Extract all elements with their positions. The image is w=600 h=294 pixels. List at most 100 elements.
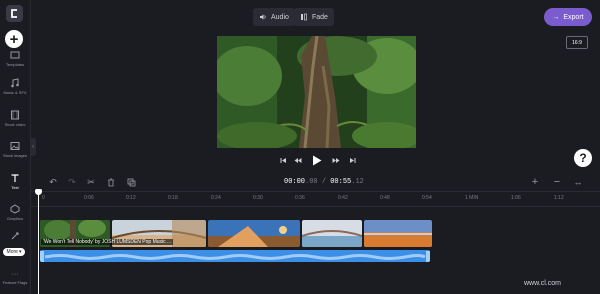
undo-button[interactable]: ↶ (46, 175, 60, 189)
watermark: www.cl.com (524, 280, 561, 287)
video-clip[interactable] (364, 220, 432, 247)
audio-track[interactable] (40, 250, 430, 262)
ruler-tick: 0:18 (168, 195, 178, 201)
sidebar: + Templates Music & SFX Stock video Stoc… (0, 0, 31, 294)
rewind-button[interactable] (292, 154, 304, 166)
playhead[interactable] (38, 189, 39, 294)
fade-button[interactable]: Fade (294, 8, 334, 26)
skip-back-icon (280, 157, 286, 163)
ruler-tick: 0:36 (295, 195, 305, 201)
ruler-tick: 1:12 (554, 195, 564, 201)
ruler-tick: 0 (42, 195, 45, 201)
sidebar-item-label: Templates (5, 62, 25, 67)
zoom-in-button[interactable]: + (528, 175, 542, 189)
sidebar-item-text[interactable]: Text (0, 173, 30, 190)
fade-icon (301, 13, 307, 21)
fit-icon: ↔ (573, 177, 583, 187)
speaker-icon (260, 14, 266, 20)
ellipsis-icon: ··· (11, 271, 19, 278)
timeline-ruler[interactable]: 0 0:06 0:12 0:18 0:24 0:30 0:36 0:42 0:4… (30, 191, 600, 207)
total-time: 00:55 (330, 178, 352, 186)
more-label: More (6, 249, 18, 255)
zoom-out-button[interactable]: − (550, 175, 564, 189)
play-button[interactable] (310, 154, 324, 166)
duplicate-button[interactable] (124, 175, 138, 189)
audio-button[interactable]: Audio (253, 8, 295, 26)
logo-icon (11, 9, 17, 18)
sidebar-item-feature-flags[interactable]: ··· Feature Flags (0, 271, 30, 285)
help-button[interactable]: ? (574, 149, 592, 167)
ruler-tick: 1 MIN (465, 195, 479, 201)
current-time: 00:00 (284, 178, 306, 186)
sidebar-item-label: Text (11, 185, 19, 190)
skip-forward-icon (349, 157, 355, 163)
ruler-tick: 0:30 (253, 195, 263, 201)
fit-timeline-button[interactable]: ↔ (571, 175, 585, 189)
plus-icon: + (531, 176, 539, 188)
fast-forward-button[interactable] (330, 154, 342, 166)
audio-clip-label: 'We Won't Tell Nobody' by JOSH LUMSDEN P… (41, 239, 174, 245)
aspect-ratio-label: 16:9 (572, 39, 582, 46)
aspect-ratio-button[interactable]: 16:9 (566, 36, 588, 49)
redo-button[interactable]: ↷ (65, 175, 79, 189)
skip-forward-button[interactable] (346, 154, 358, 166)
ruler-tick: 0:42 (338, 195, 348, 201)
play-icon (313, 155, 322, 165)
scissors-icon: ✂ (87, 176, 95, 187)
film-icon (11, 110, 19, 120)
rewind-icon (294, 157, 302, 163)
sidebar-item-transitions[interactable] (0, 231, 30, 241)
ruler-tick: 0:24 (211, 195, 221, 201)
clip-thumbnail (208, 220, 300, 247)
collapse-panel-handle[interactable]: ‹ (30, 138, 36, 156)
graphics-icon (10, 204, 20, 214)
sidebar-item-label: Music & SFX (3, 90, 27, 95)
ruler-tick: 0:48 (380, 195, 390, 201)
sidebar-item-label: Graphics (6, 216, 23, 221)
image-icon (10, 142, 20, 150)
sidebar-item-label: Stock video (4, 122, 26, 127)
sidebar-item-label: Stock images (2, 153, 27, 158)
ruler-tick: 0:06 (84, 195, 94, 201)
preview-forest-image (217, 36, 416, 148)
undo-icon: ↶ (49, 176, 57, 187)
sidebar-item-music[interactable]: Music & SFX (0, 78, 30, 95)
add-media-button[interactable]: + (5, 30, 23, 48)
arrow-right-icon: → (552, 13, 560, 21)
clip-thumbnail (364, 220, 432, 247)
skip-back-button[interactable] (277, 154, 289, 166)
help-label: ? (579, 151, 587, 165)
video-preview[interactable] (217, 36, 416, 148)
sidebar-item-templates[interactable]: Templates (0, 50, 30, 67)
delete-button[interactable] (104, 175, 118, 189)
sidebar-item-graphics[interactable]: Graphics (0, 204, 30, 221)
export-button[interactable]: → Export (544, 8, 592, 26)
trash-icon (108, 178, 114, 186)
audio-label: Audio (271, 13, 289, 21)
music-icon (11, 78, 19, 88)
audio-waveform (40, 251, 430, 262)
sidebar-item-stock-images[interactable]: Stock images (0, 141, 30, 158)
video-clip[interactable] (208, 220, 300, 247)
split-button[interactable]: ✂ (84, 175, 98, 189)
video-clip[interactable] (302, 220, 362, 247)
chevron-left-icon: ‹ (32, 144, 34, 150)
minus-icon: − (553, 176, 561, 188)
fast-forward-icon (332, 157, 340, 163)
app-logo[interactable] (6, 5, 23, 22)
text-icon (11, 174, 19, 182)
current-frames: 00 (309, 178, 318, 186)
export-label: Export (563, 13, 584, 21)
sidebar-item-stock-video[interactable]: Stock video (0, 110, 30, 127)
timecode-display: 00:00.00 / 00:55.12 (284, 178, 364, 186)
fade-label: Fade (312, 13, 328, 21)
clip-thumbnail (302, 220, 362, 247)
ruler-tick: 1:06 (511, 195, 521, 201)
redo-icon: ↷ (68, 176, 76, 187)
ruler-tick: 0:54 (422, 195, 432, 201)
templates-icon (10, 51, 20, 59)
duplicate-icon (127, 178, 135, 186)
more-button[interactable]: More ▾ (3, 248, 25, 256)
total-frames: 12 (355, 178, 364, 186)
transitions-icon (11, 232, 19, 240)
